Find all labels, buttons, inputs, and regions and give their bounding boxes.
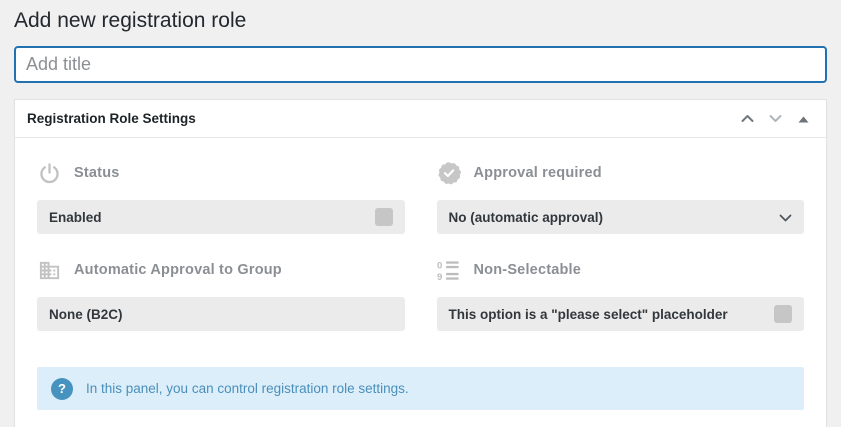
- svg-text:9: 9: [437, 272, 442, 282]
- section-status: Status Enabled: [37, 161, 405, 234]
- info-panel: ? In this panel, you can control registr…: [37, 367, 804, 410]
- svg-text:0: 0: [437, 260, 442, 271]
- status-heading: Status: [37, 161, 405, 185]
- toggle-panel-button[interactable]: [792, 108, 814, 130]
- page-title: Add new registration role: [14, 9, 247, 32]
- status-checkbox[interactable]: [374, 208, 393, 226]
- title-input[interactable]: [14, 46, 827, 83]
- settings-grid: Status Enabled Approval required No (aut…: [37, 161, 804, 331]
- non-selectable-heading: 0 9 Non-Selectable: [437, 258, 805, 282]
- power-icon: [37, 161, 61, 185]
- status-field-text: Enabled: [49, 209, 102, 225]
- approval-required-label: Approval required: [473, 165, 602, 181]
- metabox-title: Registration Role Settings: [27, 111, 196, 126]
- metabox-body: Status Enabled Approval required No (aut…: [15, 138, 826, 427]
- non-selectable-field-row: This option is a "please select" placeho…: [436, 297, 804, 331]
- section-approval-required: Approval required No (automatic approval…: [436, 161, 805, 234]
- status-field-row: Enabled: [37, 200, 405, 234]
- non-selectable-label: Non-Selectable: [473, 262, 582, 278]
- move-up-button[interactable]: [736, 108, 758, 130]
- numbered-list-icon: 0 9: [437, 258, 461, 282]
- triangle-up-icon: [798, 111, 809, 126]
- info-text: In this panel, you can control registrat…: [86, 381, 409, 396]
- group-field-text: None (B2C): [49, 306, 123, 322]
- group-heading: Automatic Approval to Group: [37, 258, 405, 282]
- add-registration-role-page: Add new registration role Registration R…: [0, 0, 841, 427]
- automatic-approval-group-label: Automatic Approval to Group: [74, 262, 282, 278]
- section-non-selectable: 0 9 Non-Selectable This option is a "ple…: [436, 258, 805, 331]
- approval-required-select[interactable]: No (automatic approval): [436, 200, 804, 234]
- select-chevron-down-icon: [779, 210, 792, 225]
- question-mark-icon: ?: [51, 377, 73, 400]
- chevron-up-icon: [741, 111, 754, 126]
- chevron-down-icon: [769, 111, 782, 126]
- non-selectable-field-text: This option is a "please select" placeho…: [448, 306, 728, 322]
- status-label: Status: [74, 165, 120, 181]
- move-down-button[interactable]: [764, 108, 786, 130]
- metabox-registration-role-settings: Registration Role Settings Status Enable…: [14, 99, 827, 427]
- metabox-controls: [736, 108, 814, 130]
- building-icon: [37, 258, 61, 282]
- approval-heading: Approval required: [437, 161, 805, 185]
- section-automatic-approval-group: Automatic Approval to Group None (B2C): [37, 258, 405, 331]
- metabox-header: Registration Role Settings: [15, 100, 826, 138]
- non-selectable-checkbox[interactable]: [774, 305, 792, 323]
- verified-badge-icon: [437, 161, 461, 185]
- automatic-approval-group-field[interactable]: None (B2C): [37, 297, 405, 331]
- approval-selected-option: No (automatic approval): [448, 209, 604, 225]
